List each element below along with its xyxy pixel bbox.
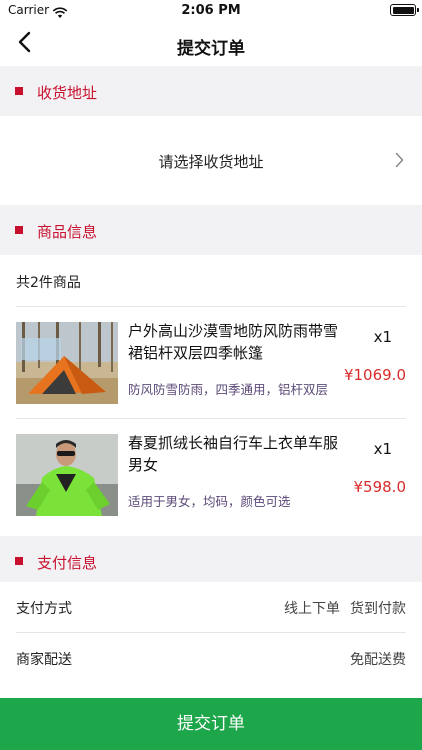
nav-bar: 提交订单 bbox=[0, 22, 422, 66]
goods-section-header: 商品信息 bbox=[0, 205, 422, 255]
section-marker-icon bbox=[15, 557, 23, 565]
payment-method-label: 支付方式 bbox=[16, 601, 72, 617]
payment-option-cod[interactable]: 货到付款 bbox=[350, 598, 406, 618]
product-name: 户外高山沙漠雪地防风防雨带雪裙铝杆双层四季帐篷 bbox=[128, 322, 339, 362]
product-price: ¥598.0 bbox=[353, 478, 407, 496]
product-quantity: x1 bbox=[373, 440, 392, 458]
delivery-value: 免配送费 bbox=[350, 652, 406, 668]
product-spec: 防风防雪防雨，四季通用，铝杆双层 bbox=[128, 382, 329, 397]
goods-section-title: 商品信息 bbox=[37, 223, 98, 241]
product-name: 春夏抓绒长袖自行车上衣单车服男女 bbox=[128, 434, 339, 474]
cycling-jersey-product-image bbox=[16, 434, 118, 516]
status-time: 2:06 PM bbox=[181, 3, 241, 18]
product-spec: 适用于男女，均码，颜色可选 bbox=[128, 494, 291, 509]
product-quantity: x1 bbox=[373, 328, 392, 346]
section-marker-icon bbox=[15, 87, 23, 95]
product-price: ¥1069.0 bbox=[343, 366, 406, 384]
select-address-row[interactable]: 请选择收货地址 bbox=[0, 116, 422, 205]
divider bbox=[16, 418, 406, 419]
goods-count: 共2件商品 bbox=[16, 275, 81, 291]
delivery-label: 商家配送 bbox=[16, 652, 72, 668]
section-marker-icon bbox=[15, 226, 23, 234]
payment-option-online[interactable]: 线上下单 bbox=[284, 598, 340, 618]
page-title: 提交订单 bbox=[177, 39, 245, 59]
divider bbox=[16, 306, 406, 307]
product-item[interactable]: 春夏抓绒长袖自行车上衣单车服男女 适用于男女，均码，颜色可选 x1 ¥598.0 bbox=[0, 424, 422, 536]
submit-order-button[interactable]: 提交订单 bbox=[0, 698, 422, 750]
payment-section-header: 支付信息 bbox=[0, 536, 422, 586]
tent-product-image bbox=[16, 322, 118, 404]
chevron-right-icon bbox=[395, 152, 404, 172]
address-section-header: 收货地址 bbox=[0, 66, 422, 116]
address-section-title: 收货地址 bbox=[37, 84, 98, 102]
address-placeholder: 请选择收货地址 bbox=[158, 153, 264, 171]
payment-method-row: 支付方式 线上下单 货到付款 bbox=[0, 582, 422, 632]
payment-section-title: 支付信息 bbox=[37, 554, 98, 572]
delivery-row: 商家配送 免配送费 bbox=[0, 633, 422, 683]
product-item[interactable]: 户外高山沙漠雪地防风防雨带雪裙铝杆双层四季帐篷 防风防雪防雨，四季通用，铝杆双层… bbox=[0, 312, 422, 424]
status-bar: Carrier 2:06 PM bbox=[0, 0, 422, 22]
battery-icon bbox=[390, 4, 419, 16]
